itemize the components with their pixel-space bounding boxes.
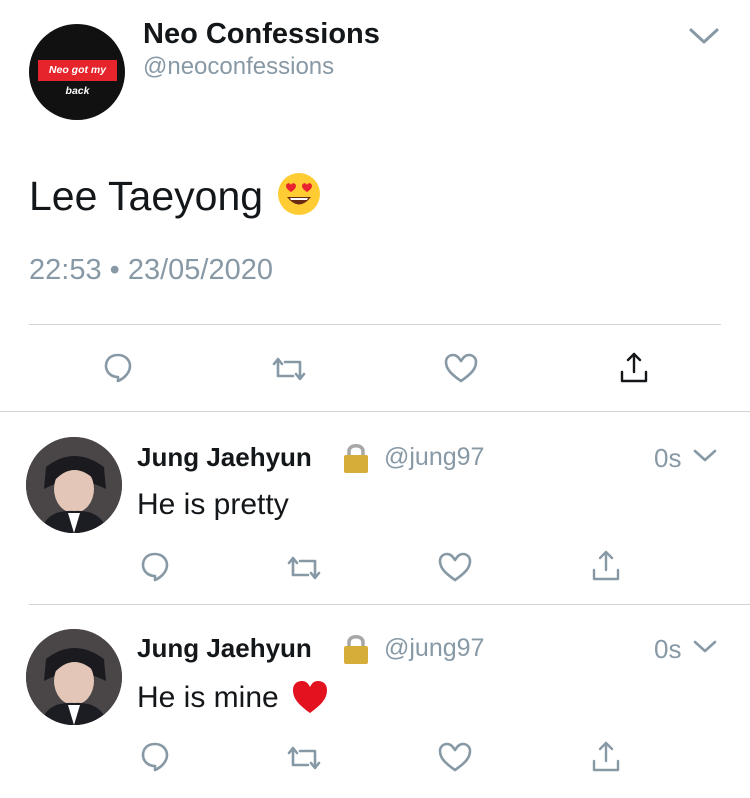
tweet-date: 23/05/2020 [127,254,274,286]
lock-icon [342,632,370,666]
tweet-text: Lee Taeyong [29,173,264,219]
tweet-time: 22:53 [29,254,102,286]
avatar-logo-text: Neo got my back [38,60,117,97]
share-icon[interactable] [590,739,622,773]
reply-display-name[interactable]: Jung Jaehyun [137,633,312,664]
chevron-down-icon[interactable] [692,639,718,655]
reply-text: He is pretty [137,488,289,521]
avatar[interactable] [26,437,122,533]
reply-time: 0s [654,634,682,664]
share-icon[interactable] [618,350,650,384]
lock-icon [342,441,370,475]
red-heart-icon [291,679,329,715]
reply-icon[interactable] [140,741,170,773]
avatar[interactable] [26,629,122,725]
like-icon[interactable] [437,551,473,583]
reply-display-name[interactable]: Jung Jaehyun [137,442,312,473]
chevron-down-icon[interactable] [688,26,720,46]
reply-text: He is mine [137,681,279,714]
reply-handle[interactable]: @jung97 [384,443,484,472]
chevron-down-icon[interactable] [692,448,718,464]
retweet-icon[interactable] [285,554,323,582]
like-icon[interactable] [437,741,473,773]
user-handle[interactable]: @neoconfessions [143,53,334,81]
divider [29,324,721,325]
smiling-face-heart-eyes-icon [277,172,321,216]
display-name[interactable]: Neo Confessions [143,18,380,51]
meta-separator: • [109,254,120,286]
retweet-icon[interactable] [270,355,308,383]
avatar-photo [26,629,122,725]
tweet-meta: 22:53 • 23/05/2020 [29,254,273,287]
avatar[interactable]: Neo got my back [29,24,125,120]
avatar-photo [26,437,122,533]
reply-text-row: He is mine [137,679,329,715]
divider [0,411,750,412]
divider [29,604,750,605]
reply-icon[interactable] [140,551,170,583]
share-icon[interactable] [590,548,622,582]
reply-handle[interactable]: @jung97 [384,634,484,663]
like-icon[interactable] [443,352,479,384]
reply-time: 0s [654,443,682,473]
retweet-icon[interactable] [285,744,323,772]
reply-icon[interactable] [103,352,133,384]
tweet-text-row: Lee Taeyong [29,172,321,220]
